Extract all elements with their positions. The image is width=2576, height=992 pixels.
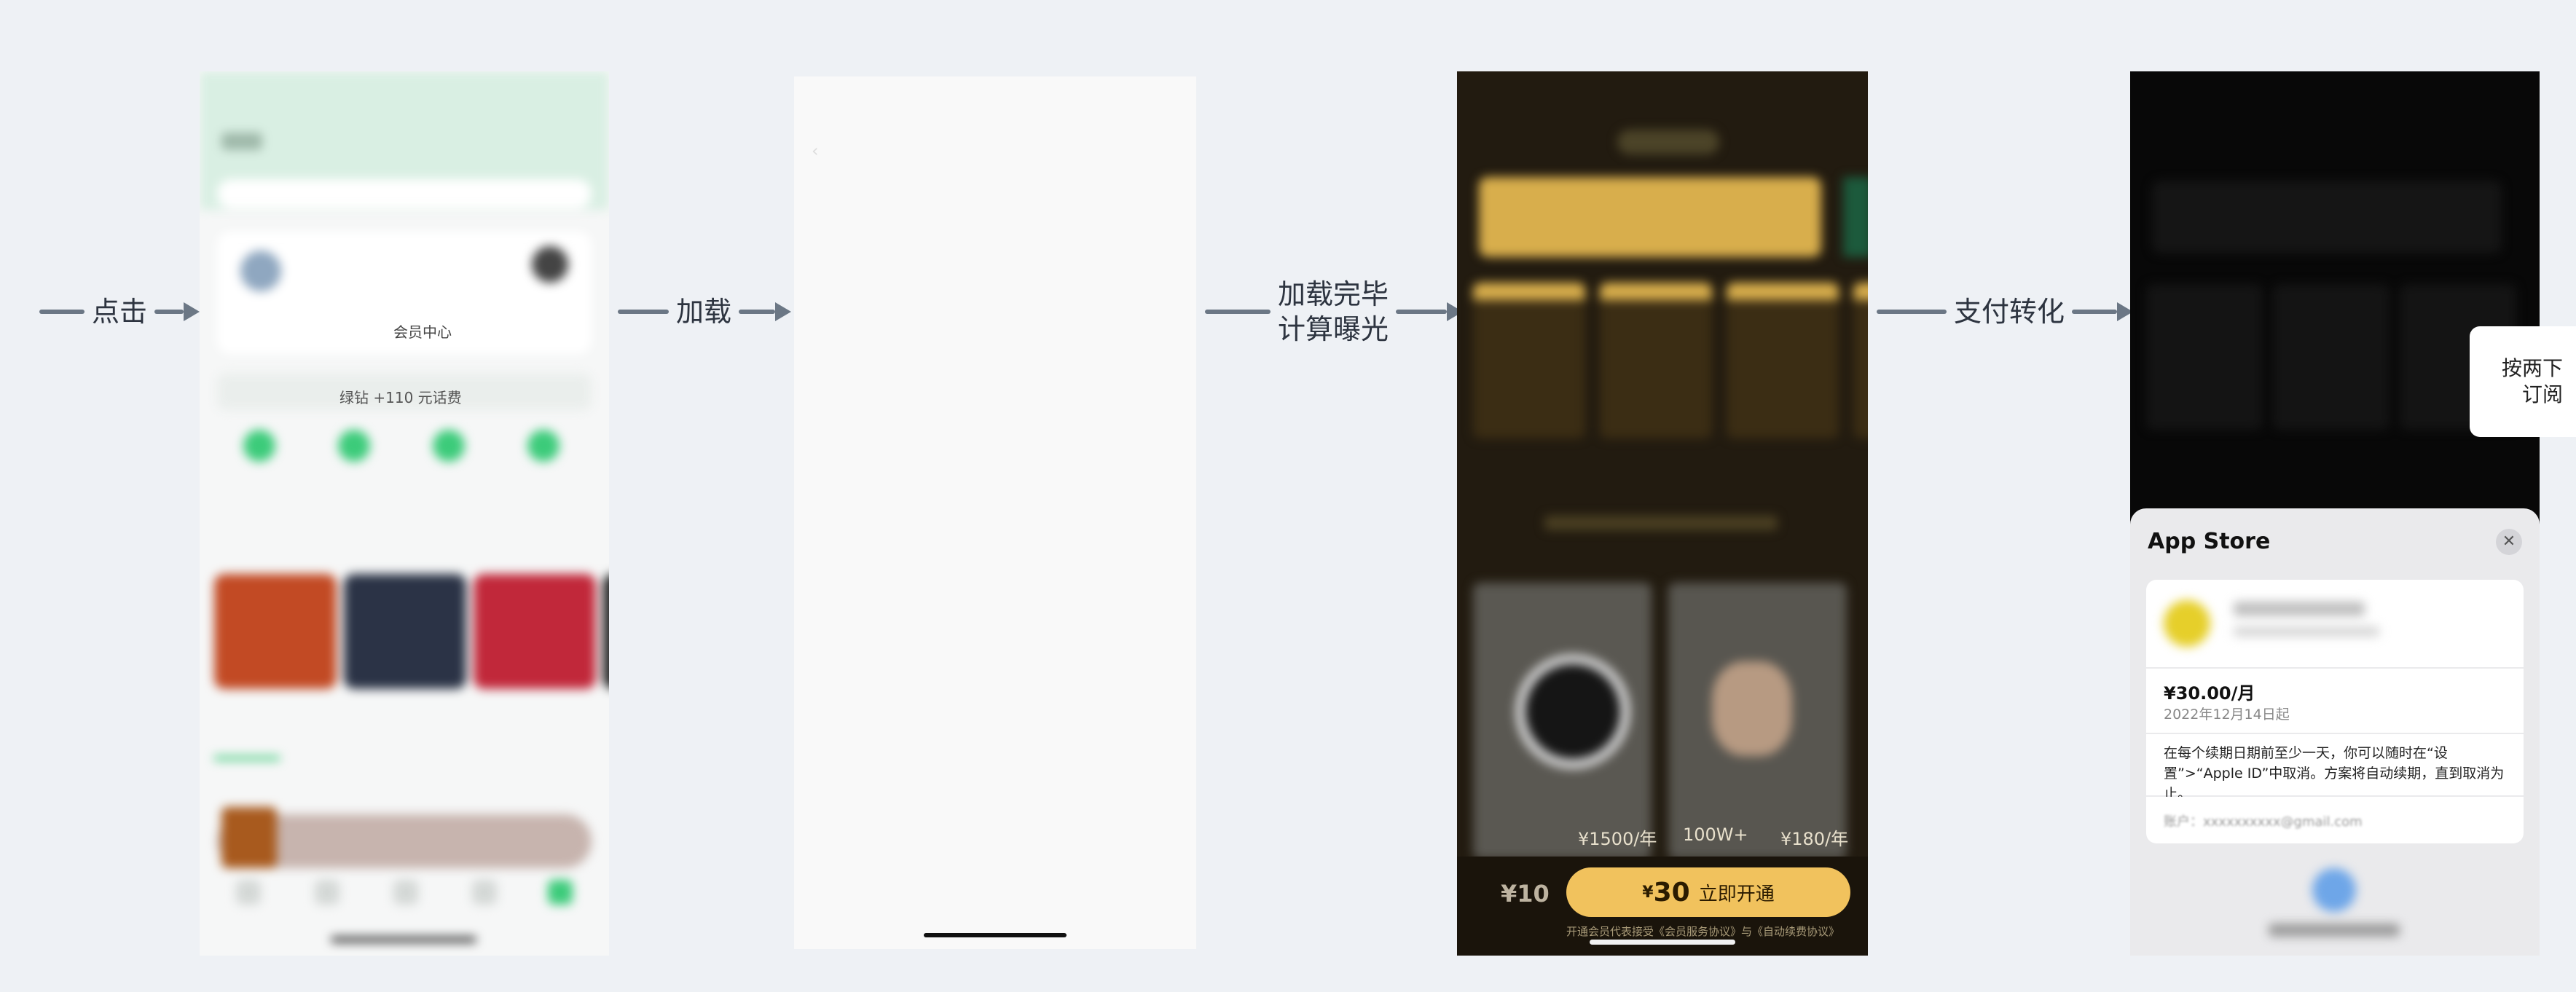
subscribe-button[interactable]: ¥ 30 立即开通 <box>1566 867 1850 917</box>
close-icon[interactable]: ✕ <box>2496 529 2522 555</box>
price-per-year-2: ¥180/年 <box>1780 829 1849 849</box>
flow-arrow-click: 点击 <box>39 290 200 334</box>
phone-payment-sheet: App Store ✕ ¥30.00/月 2022年12月14日起 在每个续期日… <box>2130 71 2540 956</box>
subscription-price: ¥30.00/月 <box>2164 683 2255 704</box>
flow-label-exposure-line1: 加载完毕 <box>1278 278 1389 310</box>
account-row: 账户：xxxxxxxxxx@gmail.com <box>2146 797 2524 843</box>
price-per-year-1: ¥1500/年 <box>1578 829 1657 849</box>
pay-amount: 30 <box>1653 877 1690 908</box>
flow-label-load: 加载 <box>676 296 732 328</box>
price-left: ¥10 <box>1501 880 1550 908</box>
side-button-hint: 按两下 订阅 <box>2470 326 2576 437</box>
account-text: 账户：xxxxxxxxxx@gmail.com <box>2164 814 2363 830</box>
member-center-label[interactable]: 会员中心 <box>393 320 452 342</box>
side-button-icon <box>2312 868 2356 912</box>
phone-home-screen: 会员中心 绿钻 +110 元话费 <box>200 71 609 956</box>
side-button-hint-text: 按两下 订阅 <box>2501 356 2563 406</box>
members-count: 100W+ <box>1683 824 1748 845</box>
phone-loading-screen: ‹ <box>794 76 1196 949</box>
app-store-sheet: App Store ✕ ¥30.00/月 2022年12月14日起 在每个续期日… <box>2130 508 2540 956</box>
pay-label: 立即开通 <box>1698 883 1775 905</box>
home-indicator <box>924 933 1067 937</box>
flow-label-exposure-line2: 计算曝光 <box>1278 313 1389 345</box>
flow-label-exposure: 加载完毕 计算曝光 <box>1271 277 1396 347</box>
sheet-title: App Store <box>2148 529 2271 554</box>
flow-label-pay: 支付转化 <box>1954 296 2065 328</box>
back-chevron-icon[interactable]: ‹ <box>812 141 819 161</box>
flow-label-click: 点击 <box>92 296 148 328</box>
cancel-note: 在每个续期日期前至少一天，你可以随时在“设置”>“Apple ID”中取消。方案… <box>2146 734 2524 802</box>
flow-arrow-load: 加载 <box>618 290 792 334</box>
flow-arrow-exposure: 加载完毕 计算曝光 <box>1205 277 1464 347</box>
phone-membership-page: ¥1500/年 100W+ ¥180/年 ¥10 ¥ 30 立即开通 开通会员代… <box>1457 71 1868 956</box>
pay-currency: ¥ <box>1642 883 1654 902</box>
cancel-note-text: 在每个续期日期前至少一天，你可以随时在“设置”>“Apple ID”中取消。方案… <box>2164 745 2505 802</box>
flow-arrow-pay: 支付转化 <box>1877 290 2134 334</box>
start-date: 2022年12月14日起 <box>2164 706 2290 723</box>
promo-text: 绿钻 +110 元话费 <box>339 389 462 406</box>
home-indicator <box>1590 940 1735 945</box>
agreement-text[interactable]: 开通会员代表接受《会员服务协议》与《自动续费协议》 <box>1566 924 1839 939</box>
price-section: ¥30.00/月 2022年12月14日起 <box>2146 669 2524 733</box>
product-info <box>2146 580 2524 667</box>
